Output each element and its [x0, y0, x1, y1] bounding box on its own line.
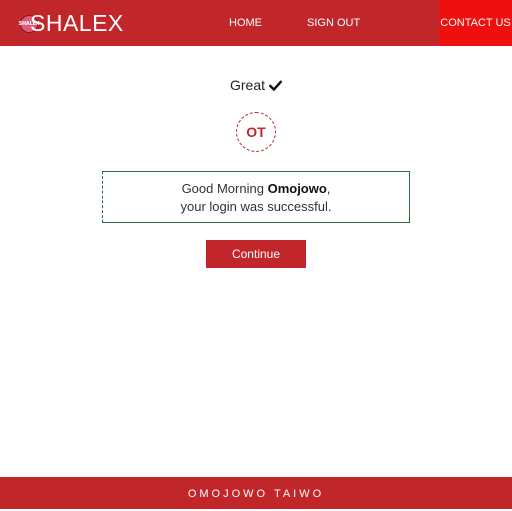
- nav-contact-us-link[interactable]: CONTACT US: [439, 0, 512, 46]
- nav-sign-out-link[interactable]: SIGN OUT: [307, 0, 360, 46]
- greeting-suffix: ,: [326, 181, 331, 196]
- top-navbar: SHALEX SHALEX HOME SIGN OUT CONTACT US: [0, 0, 512, 46]
- login-message: your login was successful.: [180, 199, 332, 214]
- greeting-line: Good Morning Omojowo,: [103, 180, 409, 198]
- user-name: Omojowo: [267, 181, 327, 196]
- avatar: OT: [236, 112, 276, 152]
- nav-home-link[interactable]: HOME: [229, 0, 262, 46]
- status-message: Great: [0, 77, 512, 93]
- brand-name: SHALEX: [30, 10, 124, 36]
- greeting-prefix: Good Morning: [181, 181, 264, 196]
- avatar-initials: OT: [246, 124, 266, 140]
- status-text: Great: [229, 77, 265, 93]
- check-icon: [269, 79, 282, 92]
- login-success-box: Good Morning Omojowo, your login was suc…: [102, 171, 410, 223]
- continue-button[interactable]: Continue: [206, 240, 306, 268]
- footer-name: OMOJOWO TAIWO: [187, 488, 325, 500]
- footer: OMOJOWO TAIWO: [0, 477, 512, 509]
